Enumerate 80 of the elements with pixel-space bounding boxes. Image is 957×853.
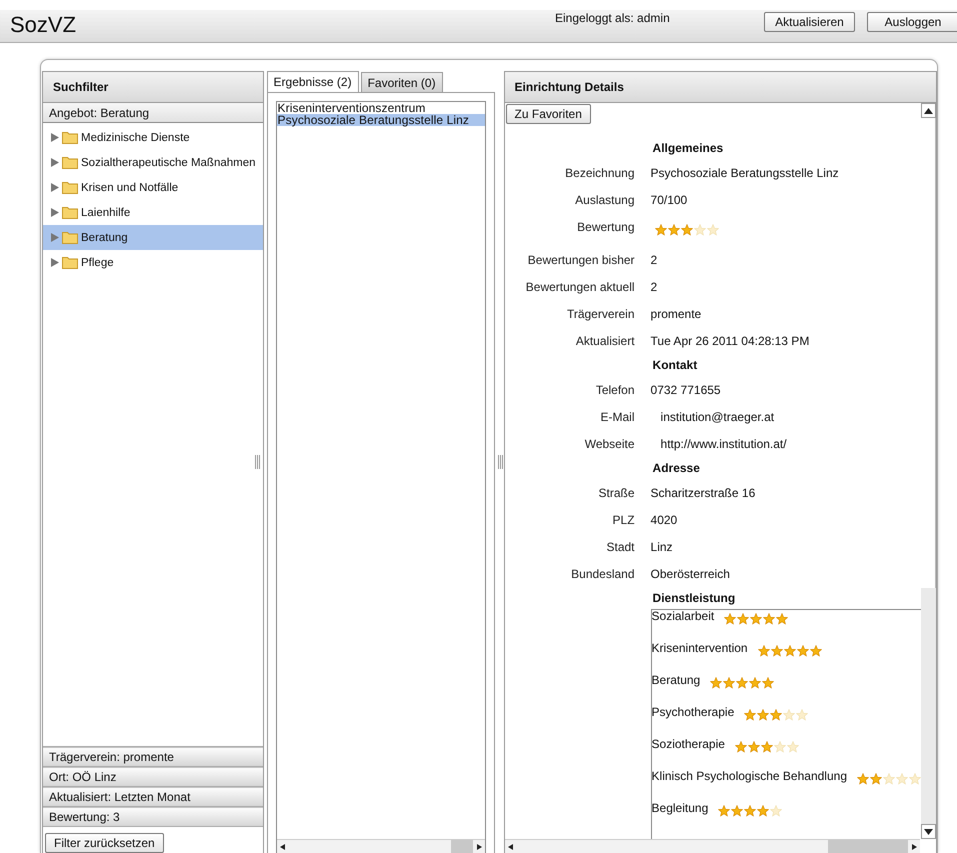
accordion-header[interactable]: Bewertung: 3	[43, 807, 263, 827]
horizontal-scrollbar[interactable]	[504, 839, 920, 853]
scroll-down-icon[interactable]	[924, 828, 933, 836]
tree-item[interactable]: Sozialtherapeutische Maßnahmen	[43, 150, 263, 175]
field-label: Bezeichnung	[564, 164, 635, 182]
field-label: Aktualisiert	[574, 332, 635, 350]
header-button[interactable]: Aktualisieren	[764, 12, 855, 32]
section-heading: Kontakt	[652, 357, 698, 374]
splitter-grip-icon[interactable]	[254, 455, 260, 469]
tree-item[interactable]: Laienhilfe	[43, 200, 263, 225]
result-item[interactable]: Kriseninterventionszentrum	[276, 102, 485, 114]
scroll-up-icon[interactable]	[924, 106, 933, 114]
expand-arrow-icon[interactable]	[51, 183, 59, 192]
tab[interactable]: Ergebnisse (2)	[266, 71, 359, 92]
field-label: Bundesland	[570, 566, 635, 582]
field-value: 70/100	[650, 192, 688, 208]
field-label: Bewertungen bisher	[526, 252, 635, 268]
expand-arrow-icon[interactable]	[51, 208, 59, 217]
section-heading: Adresse	[652, 460, 701, 477]
field-value: Psychosoziale Beratungsstelle Linz	[650, 164, 840, 182]
field-label: E-Mail	[600, 408, 635, 426]
panel-header: Einrichtung Details	[504, 72, 936, 103]
expand-arrow-icon[interactable]	[51, 233, 59, 242]
expand-arrow-icon[interactable]	[51, 133, 59, 142]
field-value: Linz	[650, 538, 674, 556]
service-name: Krisenintervention	[652, 642, 748, 655]
field-link[interactable]: http://www.institution.at/	[650, 430, 921, 457]
horizontal-scrollbar[interactable]	[276, 839, 485, 853]
field-value: Scharitzerstraße 16	[650, 484, 756, 502]
service-name: Klinisch Psychologische Behandlung	[652, 770, 847, 783]
field-label: Trägerverein	[566, 306, 635, 322]
field-value: 2	[650, 252, 658, 268]
login-status: Eingeloggt als: admin	[555, 11, 670, 25]
field-label: Bewertung	[576, 218, 635, 236]
field-label: Stadt	[606, 538, 635, 556]
reset-filter-button[interactable]: Filter zurücksetzen	[45, 833, 164, 853]
expand-arrow-icon[interactable]	[51, 258, 59, 267]
folder-icon	[62, 156, 78, 169]
field-label: Straße	[598, 484, 635, 502]
section-heading: Dienstleistung	[652, 590, 736, 607]
field-value: 0732 771655	[650, 382, 722, 398]
folder-icon	[62, 231, 78, 244]
tree-item[interactable]: Beratung	[43, 225, 263, 250]
header-button[interactable]: Ausloggen	[867, 12, 957, 32]
service-name: Begleitung	[652, 802, 708, 815]
expand-arrow-icon[interactable]	[51, 158, 59, 167]
tree-item[interactable]: Pflege	[43, 250, 263, 275]
field-value: 4020	[650, 512, 678, 528]
panel-header: Suchfilter	[43, 72, 263, 103]
field-link[interactable]: institution@traeger.at	[650, 403, 921, 430]
section-heading: Allgemeines	[652, 140, 724, 157]
tab[interactable]: Favoriten (0)	[360, 72, 443, 92]
add-favorite-button[interactable]: Zu Favoriten	[506, 104, 591, 124]
accordion-header[interactable]: Trägerverein: promente	[43, 747, 263, 767]
accordion-header[interactable]: Ort: OÖ Linz	[43, 767, 263, 787]
folder-icon	[62, 206, 78, 219]
result-item[interactable]: Psychosoziale Beratungsstelle Linz	[276, 114, 485, 126]
app-title: SozVZ	[10, 12, 76, 38]
tree-item[interactable]: Krisen und Notfälle	[43, 175, 263, 200]
field-label: Telefon	[594, 382, 635, 398]
field-label: PLZ	[612, 512, 635, 528]
service-name: Psychotherapie	[652, 706, 734, 719]
service-name: Sozialarbeit	[652, 610, 714, 623]
field-value: 2	[650, 278, 658, 296]
folder-icon	[62, 256, 78, 269]
vertical-scrollbar[interactable]	[921, 103, 936, 839]
tree-item[interactable]: Medizinische Dienste	[43, 125, 263, 150]
field-value: Tue Apr 26 2011 04:28:13 PM	[650, 332, 810, 350]
field-value: Oberösterreich	[650, 566, 731, 582]
field-label: Bewertungen aktuell	[524, 278, 635, 296]
folder-icon	[62, 131, 78, 144]
folder-icon	[62, 181, 78, 194]
field-label: Webseite	[584, 436, 635, 452]
service-name: Beratung	[652, 674, 700, 687]
field-label: Auslastung	[574, 192, 635, 208]
service-name: Soziotherapie	[652, 738, 725, 751]
accordion-header[interactable]: Angebot: Beratung	[43, 103, 263, 123]
field-value: promente	[650, 306, 702, 322]
splitter-grip-icon[interactable]	[498, 455, 503, 469]
accordion-header[interactable]: Aktualisiert: Letzten Monat	[43, 787, 263, 807]
